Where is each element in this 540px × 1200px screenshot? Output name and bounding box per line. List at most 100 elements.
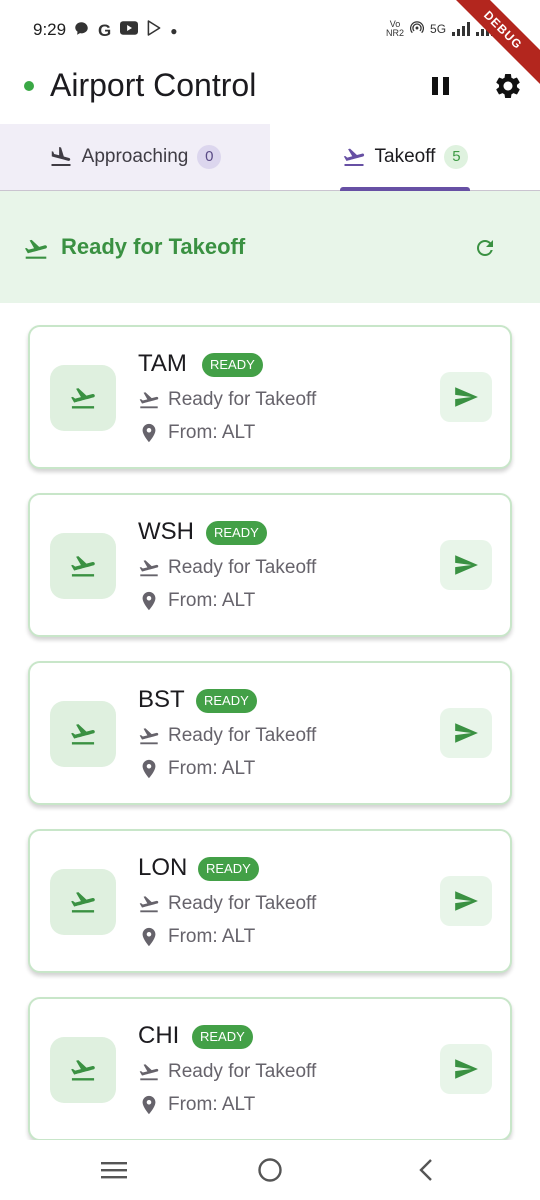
system-nav-bar: [0, 1140, 540, 1200]
flight-status: Ready for Takeoff: [138, 557, 316, 579]
volte-icon: Vo NR2: [386, 20, 404, 38]
flight-takeoff-icon: [343, 148, 364, 166]
dispatch-button[interactable]: [440, 1044, 492, 1094]
flight-card[interactable]: CHI READY Ready for Takeoff From: ALT: [28, 997, 512, 1141]
play-store-icon: [147, 20, 161, 42]
flight-status: Ready for Takeoff: [138, 893, 316, 915]
flight-icon-box: [50, 701, 116, 767]
hotspot-icon: [410, 20, 425, 38]
dispatch-button[interactable]: [440, 540, 492, 590]
flight-takeoff-icon: [139, 560, 159, 577]
youtube-icon: [120, 21, 139, 41]
flight-status: Ready for Takeoff: [138, 389, 316, 411]
flight-status-text: Ready for Takeoff: [168, 557, 317, 578]
refresh-button[interactable]: [470, 233, 500, 263]
status-bar: 9:29 G ● Vo NR2 5G: [0, 0, 540, 62]
recents-icon: [101, 1162, 127, 1179]
tab-approaching[interactable]: Approaching 0: [0, 124, 270, 190]
google-icon: G: [98, 21, 112, 40]
location-pin-icon: [142, 1095, 156, 1115]
send-icon: [455, 387, 478, 407]
tab-takeoff[interactable]: Takeoff 5: [270, 124, 540, 190]
pause-button[interactable]: [420, 66, 460, 106]
status-badge: READY: [192, 1025, 253, 1049]
section-title: Ready for Takeoff: [61, 234, 246, 259]
refresh-icon: [477, 240, 493, 256]
send-icon: [455, 555, 478, 575]
send-icon: [455, 723, 478, 743]
flight-status-text: Ready for Takeoff: [168, 389, 317, 410]
dispatch-button[interactable]: [440, 708, 492, 758]
dispatch-button[interactable]: [440, 876, 492, 926]
flight-status-text: Ready for Takeoff: [168, 893, 317, 914]
gear-icon: [496, 74, 520, 98]
flight-code: CHI: [138, 1022, 180, 1049]
location-pin-icon: [142, 759, 156, 779]
tab-bar: Approaching 0 Takeoff 5: [0, 124, 540, 191]
pause-icon-bar: [442, 77, 449, 95]
flight-card[interactable]: TAM READY Ready for Takeoff From: ALT: [28, 325, 512, 469]
flight-card[interactable]: WSH READY Ready for Takeoff From: ALT: [28, 493, 512, 637]
live-status-dot: [24, 81, 34, 91]
status-badge: READY: [198, 857, 259, 881]
flight-card[interactable]: BST READY Ready for Takeoff From: ALT: [28, 661, 512, 805]
flight-code: TAM: [138, 350, 187, 377]
network-type: 5G: [430, 22, 447, 36]
volte-line2: NR2: [386, 28, 405, 38]
location-pin-icon: [142, 927, 156, 947]
pause-icon: [431, 77, 438, 95]
home-icon: [258, 1158, 282, 1182]
status-badge: READY: [196, 689, 257, 713]
send-icon: [455, 1059, 478, 1079]
flight-takeoff-icon: [24, 239, 47, 259]
home-button[interactable]: [250, 1155, 290, 1185]
flight-takeoff-icon: [139, 896, 159, 913]
flight-origin-text: From: ALT: [168, 758, 256, 779]
flight-code: WSH: [138, 518, 194, 545]
notification-icons: G ●: [74, 20, 177, 42]
flight-takeoff-icon: [139, 728, 159, 745]
status-badge: READY: [206, 521, 267, 545]
flight-icon-box: [50, 869, 116, 935]
status-badge: READY: [202, 353, 263, 377]
flight-icon-box: [50, 533, 116, 599]
flight-origin-text: From: ALT: [168, 422, 256, 443]
flight-origin: From: ALT: [138, 422, 255, 444]
flight-takeoff-icon: [71, 1060, 95, 1081]
dispatch-button[interactable]: [440, 372, 492, 422]
flight-land-icon: [51, 147, 71, 166]
flight-takeoff-icon: [139, 392, 159, 409]
flight-origin: From: ALT: [138, 758, 255, 780]
page-title: Airport Control: [50, 67, 257, 103]
send-icon: [455, 891, 478, 911]
flight-origin: From: ALT: [138, 926, 255, 948]
flight-origin-text: From: ALT: [168, 590, 256, 611]
back-icon: [419, 1159, 432, 1181]
location-pin-icon: [142, 423, 156, 443]
tab-label: Approaching: [81, 146, 189, 167]
flight-status: Ready for Takeoff: [138, 1061, 316, 1083]
count-badge: 0: [197, 145, 222, 169]
flight-origin: From: ALT: [138, 590, 255, 612]
flight-origin: From: ALT: [138, 1094, 255, 1116]
settings-button[interactable]: [488, 66, 528, 106]
flight-takeoff-icon: [71, 556, 95, 577]
count-badge: 5: [444, 145, 469, 169]
flight-status-text: Ready for Takeoff: [168, 725, 317, 746]
flight-takeoff-icon: [71, 892, 95, 913]
dot-icon: ●: [170, 24, 178, 38]
recents-button[interactable]: [94, 1155, 134, 1185]
flight-card[interactable]: LON READY Ready for Takeoff From: ALT: [28, 829, 512, 973]
flight-origin-text: From: ALT: [168, 1094, 256, 1115]
flight-takeoff-icon: [71, 388, 95, 409]
chat-bubble-icon: [74, 21, 89, 42]
flight-icon-box: [50, 365, 116, 431]
flight-origin-text: From: ALT: [168, 926, 256, 947]
flight-code: LON: [138, 854, 188, 881]
tab-label: Takeoff: [374, 146, 436, 167]
back-button[interactable]: [406, 1155, 446, 1185]
flight-code: BST: [138, 686, 185, 713]
signal-icon: [452, 22, 471, 36]
flight-icon-box: [50, 1037, 116, 1103]
flight-status: Ready for Takeoff: [138, 725, 316, 747]
